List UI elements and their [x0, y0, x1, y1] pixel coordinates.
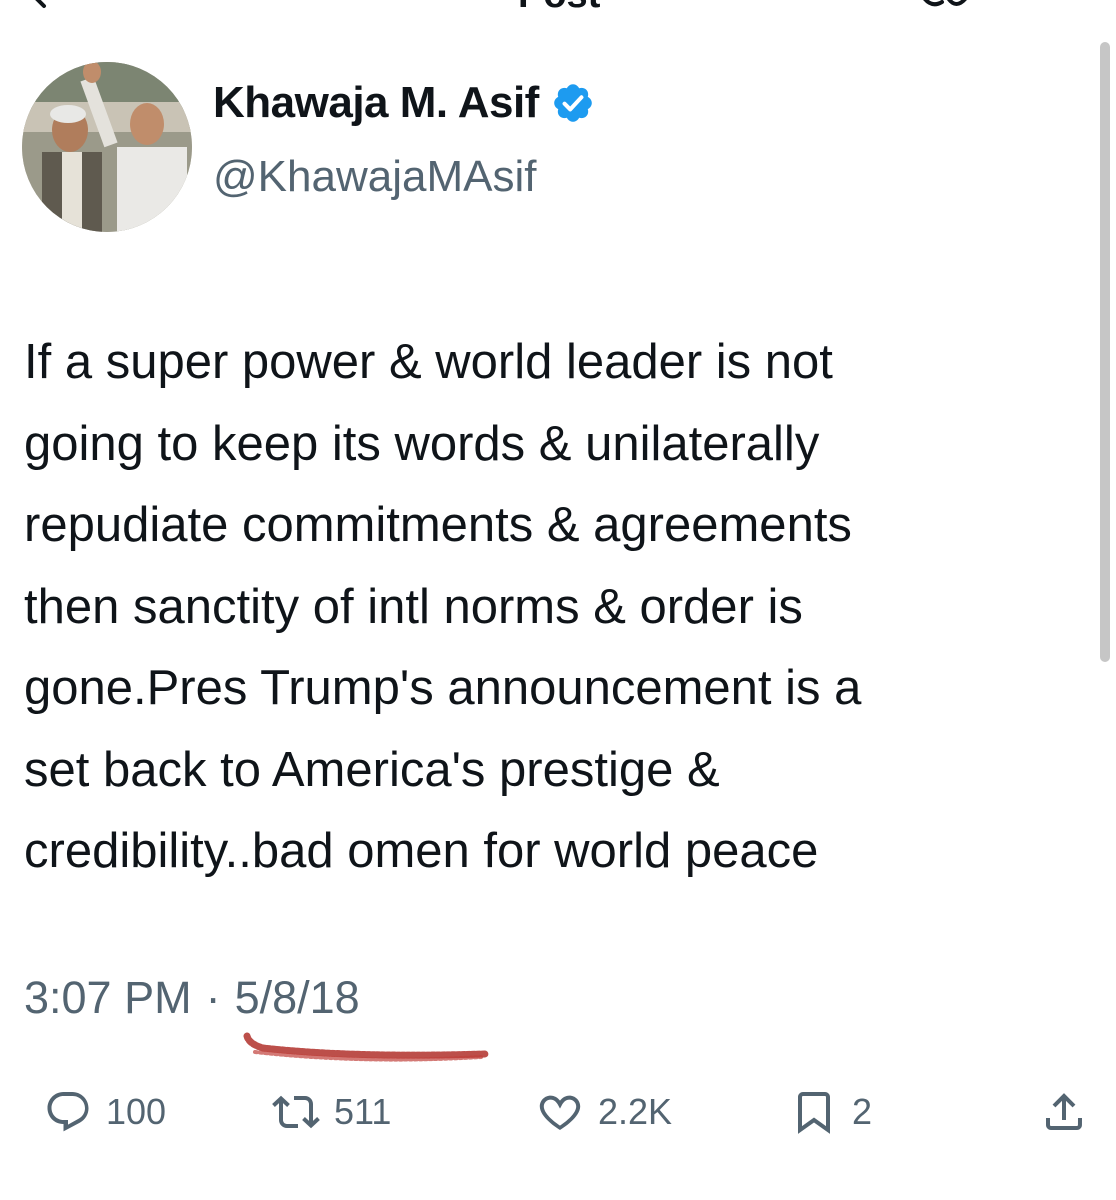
avatar[interactable] [22, 62, 192, 232]
like-count: 2.2K [598, 1091, 673, 1132]
tweet-time: 3:07 PM [24, 972, 192, 1023]
repost-count: 511 [334, 1091, 392, 1132]
tweet-date: 5/8/18 [234, 972, 360, 1023]
bookmark-button[interactable]: 2 [790, 1088, 872, 1136]
repost-button[interactable]: 511 [272, 1088, 391, 1136]
meta-separator: · [205, 972, 221, 1023]
page-title: Post [518, 0, 600, 14]
reply-count: 100 [106, 1091, 167, 1132]
tweet-actions-bar: 100 511 2.2K 2 [0, 1080, 1116, 1150]
red-underline-annotation [243, 1032, 489, 1062]
scrollbar[interactable] [1100, 42, 1110, 662]
avatar-photo-icon [22, 62, 192, 232]
tweet-timestamp[interactable]: 3:07 PM · 5/8/18 [24, 972, 360, 1024]
back-arrow-icon[interactable] [34, 0, 60, 10]
tweet-text: If a super power & world leader is not g… [24, 335, 862, 878]
share-icon [1046, 1093, 1082, 1130]
heart-icon [539, 1095, 581, 1130]
share-button[interactable] [1040, 1088, 1088, 1136]
verified-badge-icon [554, 84, 592, 122]
author-handle[interactable]: @KhawajaMAsif [213, 152, 536, 202]
top-nav-bar: Post [0, 0, 1116, 14]
like-button[interactable]: 2.2K [536, 1088, 672, 1136]
bookmark-count: 2 [852, 1091, 873, 1132]
reply-icon [47, 1092, 89, 1132]
author-name-row[interactable]: Khawaja M. Asif [213, 78, 595, 128]
more-icon[interactable] [920, 0, 970, 14]
reply-button[interactable]: 100 [44, 1088, 166, 1136]
repost-icon [272, 1095, 320, 1129]
bookmark-icon [798, 1092, 830, 1134]
author-display-name[interactable]: Khawaja M. Asif [213, 78, 539, 128]
